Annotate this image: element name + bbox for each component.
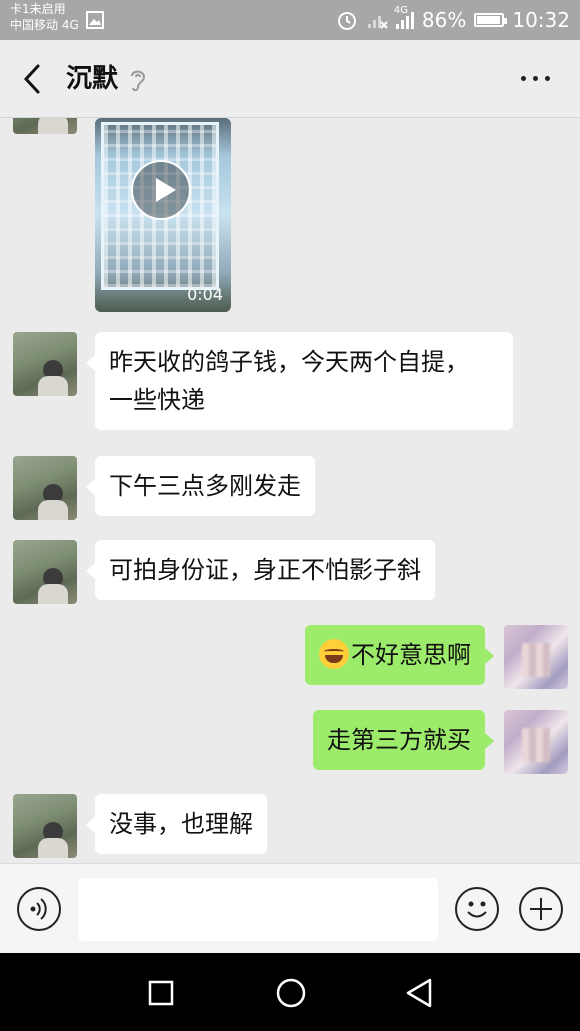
contact-avatar[interactable] bbox=[13, 332, 77, 396]
voice-icon[interactable] bbox=[17, 887, 61, 931]
contact-avatar[interactable] bbox=[13, 118, 77, 134]
back-arrow-icon[interactable] bbox=[18, 62, 48, 96]
contact-avatar[interactable] bbox=[13, 456, 77, 520]
earpiece-mode-icon bbox=[131, 70, 146, 92]
message-list: 0:04 昨天收的鸽子钱，今天两个自提， 一些快递 下午三点多刚发走 可拍身份证… bbox=[0, 118, 580, 863]
incoming-message[interactable]: 没事，也理解 bbox=[86, 794, 267, 854]
message-text: 不好意思啊 bbox=[351, 641, 471, 669]
clock: 10:32 bbox=[512, 8, 570, 32]
recent-apps-icon[interactable] bbox=[148, 980, 174, 1006]
incoming-message[interactable]: 下午三点多刚发走 bbox=[86, 456, 315, 516]
plus-icon[interactable] bbox=[519, 887, 563, 931]
message-text: 可拍身份证，身正不怕影子斜 bbox=[109, 556, 421, 584]
status-bar: 卡1未启用 中国移动 4G 4G 86% 10:32 bbox=[0, 0, 580, 40]
home-icon[interactable] bbox=[275, 977, 307, 1009]
outgoing-message[interactable]: 不好意思啊 bbox=[305, 625, 494, 685]
more-options-icon[interactable] bbox=[521, 76, 550, 81]
chat-title: 沉默 bbox=[66, 64, 119, 94]
play-icon[interactable] bbox=[131, 160, 191, 220]
contact-avatar[interactable] bbox=[13, 794, 77, 858]
incoming-message[interactable]: 可拍身份证，身正不怕影子斜 bbox=[86, 540, 435, 600]
message-text: 昨天收的鸽子钱，今天两个自提， bbox=[109, 348, 469, 376]
sim2-signal: 4G bbox=[394, 5, 414, 29]
network-type: 4G bbox=[393, 5, 409, 16]
outgoing-message[interactable]: 走第三方就买 bbox=[313, 710, 494, 770]
smile-icon[interactable] bbox=[455, 887, 499, 931]
message-text: 一些快递 bbox=[109, 386, 205, 414]
message-input[interactable] bbox=[78, 878, 438, 941]
message-text: 走第三方就买 bbox=[327, 726, 471, 754]
message-text: 没事，也理解 bbox=[109, 810, 253, 838]
incoming-message[interactable]: 昨天收的鸽子钱，今天两个自提， 一些快递 bbox=[86, 332, 513, 430]
sim1-signal-off-icon bbox=[367, 16, 388, 29]
battery-fill bbox=[477, 16, 500, 24]
message-text: 下午三点多刚发走 bbox=[109, 472, 301, 500]
carrier-name: 中国移动 4G bbox=[10, 18, 79, 32]
chat-header: 沉默 bbox=[0, 40, 580, 118]
back-triangle-icon[interactable] bbox=[404, 977, 434, 1009]
sim1-status: 卡1未启用 bbox=[10, 2, 66, 16]
carrier-info: 卡1未启用 中国移动 4G bbox=[10, 1, 79, 33]
status-icons: 4G 86% 10:32 bbox=[336, 5, 570, 35]
image-notification-icon bbox=[86, 11, 104, 29]
alarm-icon bbox=[337, 12, 356, 30]
input-bar bbox=[0, 863, 580, 953]
contact-avatar[interactable] bbox=[13, 540, 77, 604]
system-navigation-bar bbox=[0, 953, 580, 1031]
battery-percent: 86% bbox=[421, 8, 467, 32]
video-duration: 0:04 bbox=[187, 285, 223, 304]
battery-icon bbox=[474, 13, 508, 27]
video-message[interactable]: 0:04 bbox=[95, 118, 231, 312]
my-avatar[interactable] bbox=[504, 625, 568, 689]
joy-emoji-icon bbox=[319, 639, 349, 669]
my-avatar[interactable] bbox=[504, 710, 568, 774]
